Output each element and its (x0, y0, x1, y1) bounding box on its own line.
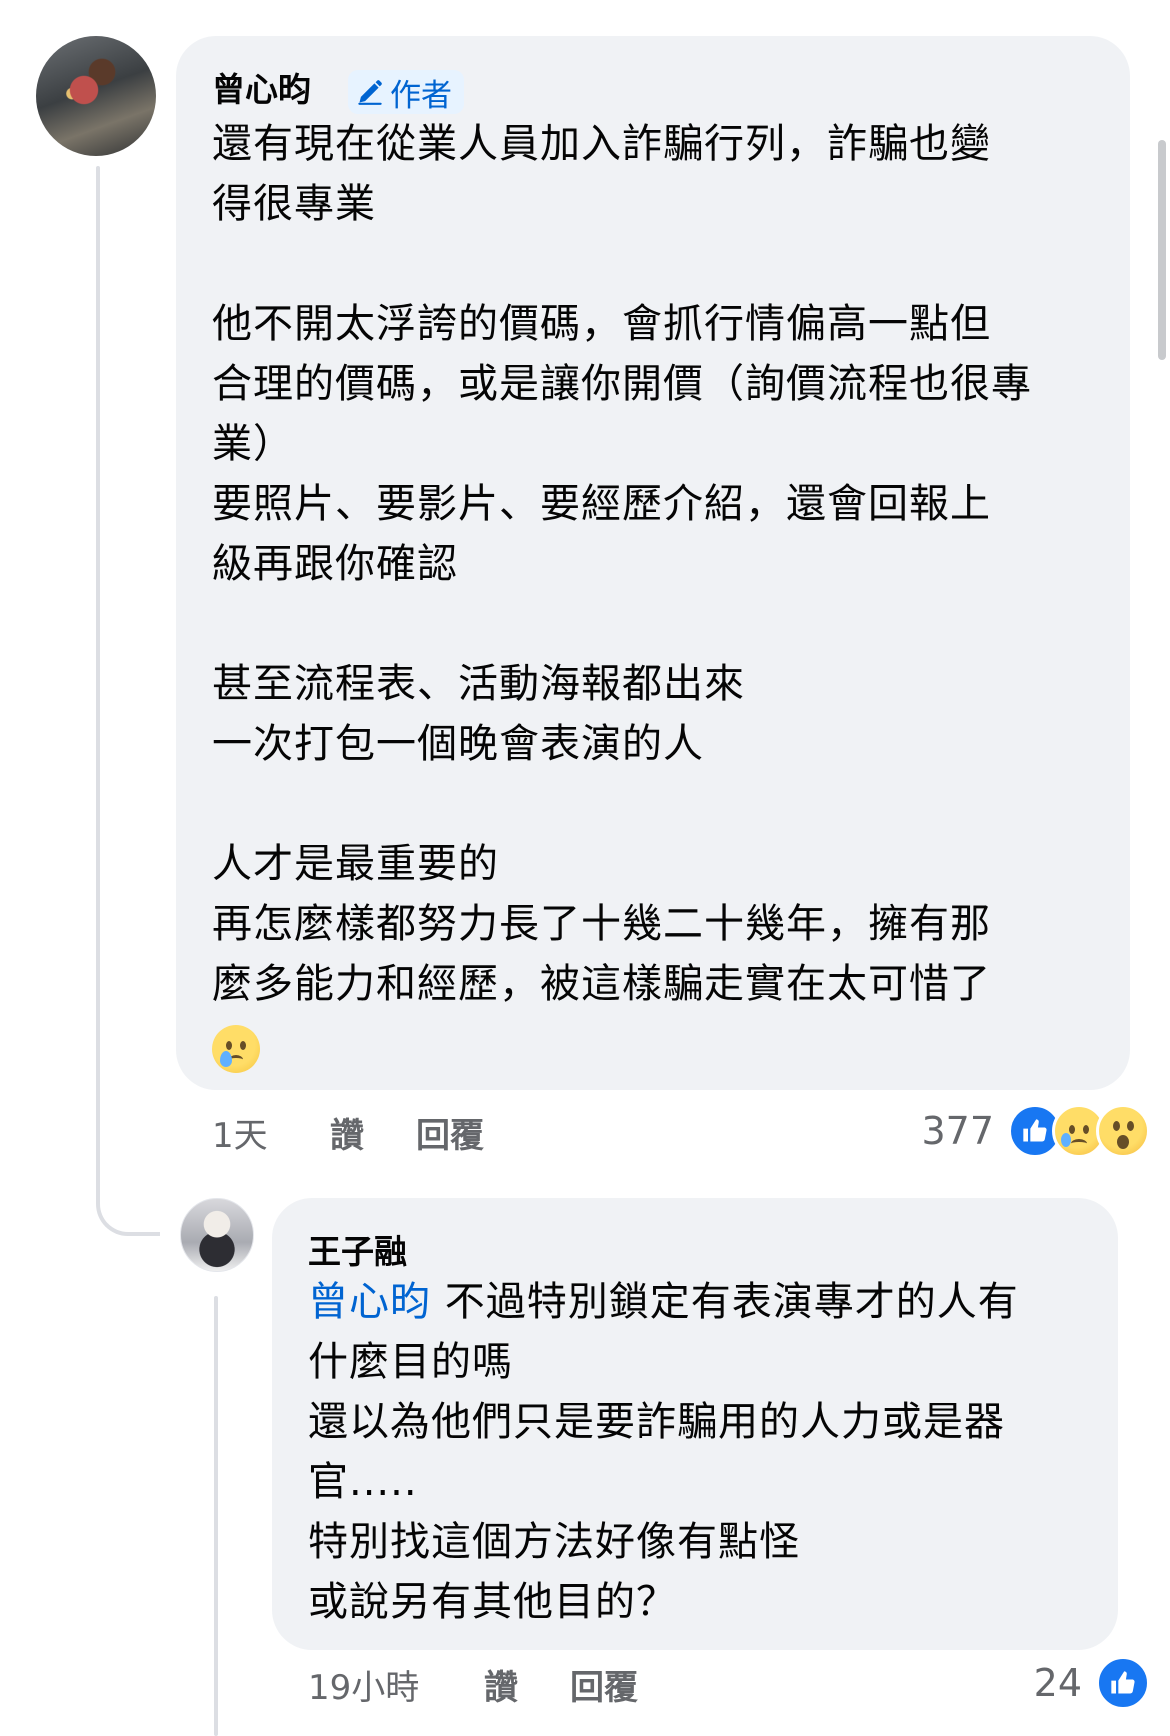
reply-button[interactable]: 回覆 (570, 1660, 638, 1709)
wow-icon (1096, 1104, 1150, 1158)
reply-body: 不過特別鎖定有表演專才的人有 什麼目的嗎 還以為他們只是要詐騙用的人力或是器 官… (308, 1279, 1019, 1625)
reaction-count: 377 (921, 1109, 994, 1153)
reaction-count: 24 (1033, 1661, 1082, 1705)
tear-face-emoji-icon (212, 1025, 260, 1073)
reaction-summary[interactable]: 377 (921, 1104, 1150, 1158)
comment-body: 還有現在從業人員加入詐騙行列，詐騙也變 得很專業 他不開太浮誇的價碼，會抓行情偏… (212, 121, 1032, 1007)
scrollbar[interactable] (1158, 140, 1166, 360)
thread-connector (96, 1160, 160, 1236)
reply-author[interactable]: 王子融 (308, 1232, 407, 1272)
avatar[interactable] (36, 36, 156, 156)
pencil-icon (358, 80, 382, 105)
comment-text: 還有現在從業人員加入詐騙行列，詐騙也變 得很專業 他不開太浮誇的價碼，會抓行情偏… (212, 114, 1112, 1074)
comment-time[interactable]: 1天 (212, 1108, 330, 1157)
reply-time[interactable]: 19小時 (308, 1660, 484, 1709)
avatar[interactable] (180, 1198, 254, 1272)
reply-meta: 19小時 讚 回覆 (308, 1660, 638, 1709)
reply-thread-line (214, 1296, 218, 1736)
author-badge: 作者 (348, 70, 464, 114)
reply-text: 曾心昀 不過特別鎖定有表演專才的人有 什麼目的嗎 還以為他們只是要詐騙用的人力或… (308, 1272, 1108, 1632)
reply-button[interactable]: 回覆 (416, 1108, 484, 1157)
comment-meta: 1天 讚 回覆 (212, 1108, 484, 1157)
like-button[interactable]: 讚 (330, 1108, 416, 1157)
like-button[interactable]: 讚 (484, 1660, 570, 1709)
comment-author[interactable]: 曾心昀 (212, 70, 311, 110)
mention-link[interactable]: 曾心昀 (308, 1279, 431, 1325)
like-icon (1096, 1656, 1150, 1710)
thread-line (96, 166, 100, 1196)
reaction-summary[interactable]: 24 (1034, 1656, 1150, 1710)
badge-label: 作者 (390, 77, 452, 114)
